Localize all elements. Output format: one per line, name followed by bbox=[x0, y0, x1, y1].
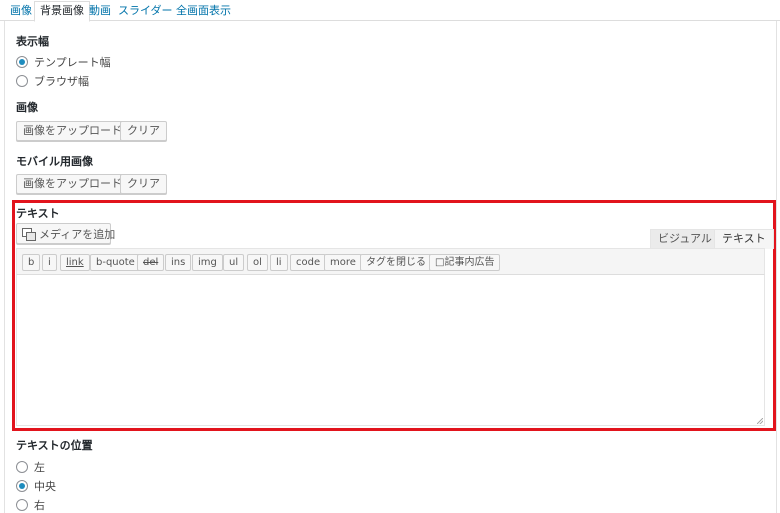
radio-button[interactable] bbox=[16, 75, 28, 87]
radio-template-width[interactable]: テンプレート幅 bbox=[16, 55, 111, 69]
radio-button[interactable] bbox=[16, 499, 28, 511]
quicktag-code-button[interactable]: code bbox=[290, 254, 327, 271]
radio-label: 中央 bbox=[34, 480, 56, 493]
quicktag-ul-button[interactable]: ul bbox=[223, 254, 245, 271]
clear-mobile-image-button[interactable]: クリア bbox=[120, 174, 167, 194]
radio-button[interactable] bbox=[16, 480, 28, 492]
tab-slider[interactable]: スライダー bbox=[113, 2, 178, 21]
resize-handle-icon[interactable] bbox=[757, 418, 763, 424]
tab-image[interactable]: 画像 bbox=[5, 2, 37, 21]
clear-image-button[interactable]: クリア bbox=[120, 121, 167, 141]
radio-label: 右 bbox=[34, 499, 45, 512]
text-editor-area[interactable] bbox=[16, 274, 765, 426]
quicktag-close-tags-button[interactable]: タグを閉じる bbox=[360, 254, 432, 271]
mobile-image-heading: モバイル用画像 bbox=[16, 155, 93, 168]
quicktag-ins-button[interactable]: ins bbox=[165, 254, 192, 271]
quicktag-inline-ad-button[interactable]: □記事内広告 bbox=[429, 254, 501, 271]
quicktags-toolbar: b i link b-quote del ins img ul ol li co… bbox=[16, 248, 765, 275]
media-icon bbox=[22, 227, 36, 241]
quicktag-link-button[interactable]: link bbox=[60, 254, 90, 271]
radio-position-left[interactable]: 左 bbox=[16, 460, 45, 474]
image-heading: 画像 bbox=[16, 101, 38, 114]
visual-tab[interactable]: ビジュアル bbox=[650, 229, 720, 249]
quicktag-bquote-button[interactable]: b-quote bbox=[90, 254, 141, 271]
radio-button[interactable] bbox=[16, 56, 28, 68]
radio-label: テンプレート幅 bbox=[34, 56, 111, 69]
quicktag-italic-button[interactable]: i bbox=[42, 254, 57, 271]
upload-mobile-image-button[interactable]: 画像をアップロード bbox=[16, 174, 129, 194]
radio-position-center[interactable]: 中央 bbox=[16, 479, 56, 493]
quicktag-ol-button[interactable]: ol bbox=[247, 254, 268, 271]
tab-background-image[interactable]: 背景画像 bbox=[34, 1, 90, 22]
add-media-label: メディアを追加 bbox=[39, 227, 116, 241]
add-media-button[interactable]: メディアを追加 bbox=[16, 223, 115, 244]
quicktag-bold-button[interactable]: b bbox=[22, 254, 41, 271]
tab-fullscreen[interactable]: 全画面表示 bbox=[171, 2, 236, 21]
text-position-heading: テキストの位置 bbox=[16, 439, 93, 452]
text-tab[interactable]: テキスト bbox=[714, 229, 774, 249]
quicktag-more-button[interactable]: more bbox=[324, 254, 362, 271]
display-width-heading: 表示幅 bbox=[16, 35, 49, 48]
text-heading: テキスト bbox=[16, 207, 60, 220]
radio-position-right[interactable]: 右 bbox=[16, 498, 45, 512]
radio-browser-width[interactable]: ブラウザ幅 bbox=[16, 74, 89, 88]
radio-label: ブラウザ幅 bbox=[34, 75, 89, 88]
quicktag-img-button[interactable]: img bbox=[192, 254, 223, 271]
radio-button[interactable] bbox=[16, 461, 28, 473]
radio-label: 左 bbox=[34, 461, 45, 474]
tab-video[interactable]: 動画 bbox=[84, 2, 116, 21]
quicktag-li-button[interactable]: li bbox=[270, 254, 288, 271]
section-tabs: 画像 背景画像 動画 スライダー 全画面表示 bbox=[0, 0, 780, 22]
upload-image-button[interactable]: 画像をアップロード bbox=[16, 121, 129, 141]
quicktag-del-button[interactable]: del bbox=[137, 254, 165, 271]
